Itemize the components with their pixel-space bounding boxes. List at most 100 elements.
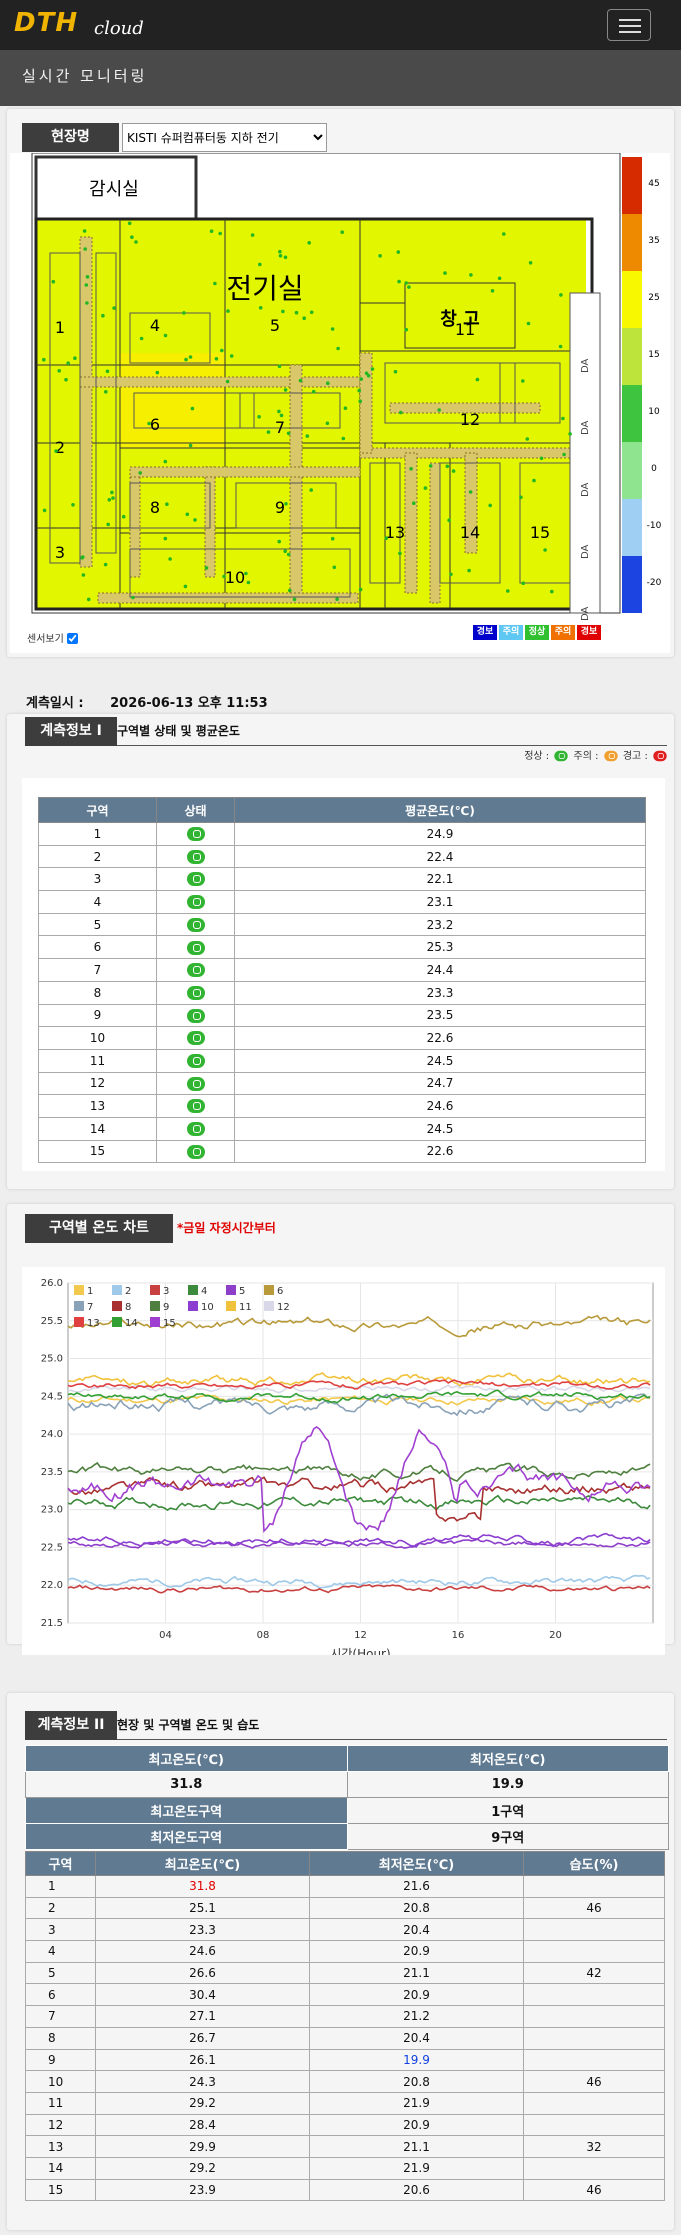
cable-tray <box>359 352 373 454</box>
scale-segment <box>622 214 642 271</box>
sensor-dot <box>183 584 188 589</box>
brand-name: DTH <box>14 8 79 38</box>
sensor-dot <box>404 327 409 332</box>
scale-tick: -20 <box>647 578 662 588</box>
humidity-cell: 46 <box>523 1896 665 1920</box>
col-zone: 구역 <box>38 797 157 823</box>
legend-swatch <box>112 1317 122 1327</box>
summary-min-value: 19.9 <box>346 1771 669 1798</box>
zone-label: 6 <box>150 415 160 434</box>
sensor-dot <box>292 597 297 602</box>
table-row: 12 28.4 20.9 <box>25 2113 665 2137</box>
info1-divider <box>117 745 667 746</box>
sensor-dot <box>246 580 251 585</box>
legend-swatch <box>264 1285 274 1295</box>
brand-logo[interactable]: DTH cloud <box>14 6 144 42</box>
normal-status-icon <box>186 1144 205 1159</box>
sensor-dot <box>279 413 284 418</box>
door-strip <box>569 292 601 614</box>
zone-label: 10 <box>225 568 245 587</box>
sensor-dot <box>104 390 108 394</box>
sensor-dot <box>286 552 291 557</box>
zone-cell: 8 <box>38 980 157 1005</box>
sensor-dot <box>80 556 84 560</box>
sensor-toggle-checkbox[interactable] <box>67 633 78 644</box>
zone-cell: 10 <box>25 2070 96 2093</box>
zone-label: 2 <box>55 438 65 457</box>
table-row: 3 23.3 20.4 <box>25 1918 665 1942</box>
zone-cell: 5 <box>25 1961 96 1985</box>
zone-cell: 8 <box>25 2026 96 2050</box>
sensor-dot <box>258 306 263 310</box>
status-icon-legend: 정상 : 주의 : 경고 : <box>524 747 669 763</box>
sensor-dot <box>214 357 219 361</box>
sensor-dot <box>155 370 160 375</box>
info2-divider <box>117 1739 667 1740</box>
door-label: DA <box>580 482 591 497</box>
sensor-dot <box>258 262 262 267</box>
zone-cell: 7 <box>38 958 157 982</box>
legend-normal-label: 정상 : <box>524 751 550 762</box>
brand-suffix: cloud <box>94 18 144 39</box>
sensor-dot <box>121 514 126 519</box>
sensor-dot <box>325 421 330 426</box>
normal-status-icon <box>186 917 205 932</box>
sensor-dot <box>139 336 144 341</box>
sensor-dot <box>107 498 112 502</box>
zone-label: 15 <box>530 523 550 542</box>
avg-temp-cell: 24.6 <box>234 1094 646 1118</box>
sensor-dot <box>364 371 369 376</box>
zone-cell: 7 <box>25 2005 96 2028</box>
legend-label: 13 <box>87 1318 100 1329</box>
legend-swatch <box>188 1285 198 1295</box>
table-row: 11 24.5 <box>38 1048 646 1073</box>
zone-cell: 15 <box>25 2178 96 2202</box>
sensor-dot <box>190 406 195 411</box>
x-tick-label: 20 <box>549 1630 562 1641</box>
y-tick-label: 22.0 <box>41 1580 63 1591</box>
legend-swatch <box>264 1301 274 1311</box>
sensor-dot <box>83 247 87 251</box>
sensor-dot <box>277 409 281 414</box>
scale-tick: 35 <box>648 236 659 246</box>
menu-toggle-button[interactable] <box>607 9 651 41</box>
max-temp-cell: 31.8 <box>95 1875 310 1898</box>
sensor-dot <box>288 588 292 593</box>
max-temp-cell: 27.1 <box>95 2005 310 2028</box>
table-row: 14 24.5 <box>38 1116 646 1141</box>
info2-tag: 계측정보 II <box>25 1711 117 1740</box>
zone-cell: 2 <box>25 1896 96 1920</box>
cable-tray <box>404 452 418 594</box>
table-row: 13 24.6 <box>38 1094 646 1118</box>
normal-status-icon <box>186 1053 205 1068</box>
legend-swatch <box>150 1301 160 1311</box>
humidity-cell: 46 <box>523 2070 665 2093</box>
room-label-control: 감시실 <box>89 179 139 200</box>
zone-cell: 9 <box>38 1003 157 1028</box>
site-select[interactable]: KISTI 슈퍼컴퓨터동 지하 전기 <box>122 123 327 152</box>
sensor-dot <box>51 279 56 284</box>
sensor-dot <box>393 369 398 374</box>
legend-warning-label: 경고 : <box>622 751 648 762</box>
sensor-dot <box>447 518 451 523</box>
scale-segment <box>622 556 642 613</box>
sensor-dot <box>428 464 433 468</box>
min-temp-cell: 21.9 <box>309 2091 524 2115</box>
normal-icon <box>554 750 569 762</box>
max-temp-cell: 29.2 <box>95 2091 310 2115</box>
sensor-dot <box>525 437 530 441</box>
sensor-dot <box>127 221 132 226</box>
humidity-cell: 46 <box>523 2178 665 2202</box>
sensor-toggle[interactable]: 센서보기 <box>27 630 78 645</box>
x-axis-title: 시간(Hour) <box>330 1647 390 1655</box>
normal-status-icon <box>186 895 205 910</box>
zone-temperature-chart: 26.0 25.5 25.0 24.5 24.0 23.5 23.0 22.5 22.0 21.5… <box>41 1278 654 1655</box>
sensor-dot <box>437 408 442 412</box>
sensor-dot <box>502 232 506 236</box>
scale-tick: 25 <box>648 293 659 303</box>
scale-tick: 15 <box>648 350 659 360</box>
sensor-dot <box>561 416 565 421</box>
legend-swatch <box>74 1301 84 1311</box>
humidity-cell <box>523 1918 665 1942</box>
status-cell <box>156 958 235 982</box>
